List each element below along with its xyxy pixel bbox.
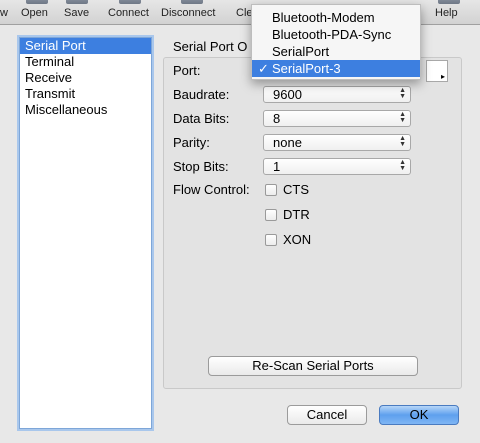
menu-item-label: Bluetooth-Modem <box>272 10 375 25</box>
sidebar-item-serial-port[interactable]: Serial Port <box>20 38 151 54</box>
databits-value: 8 <box>273 111 281 126</box>
rescan-serial-ports-button[interactable]: Re-Scan Serial Ports <box>208 356 418 376</box>
sidebar: Serial Port Terminal Receive Transmit Mi… <box>19 37 152 429</box>
stopbits-select[interactable]: 1 ▲ ▼ <box>263 158 411 175</box>
stopbits-value: 1 <box>273 159 281 174</box>
sidebar-item-receive[interactable]: Receive <box>20 70 151 86</box>
baudrate-value: 9600 <box>273 87 302 102</box>
databits-label: Data Bits: <box>173 111 230 126</box>
baudrate-select[interactable]: 9600 ▲ ▼ <box>263 86 411 103</box>
sidebar-item-miscellaneous[interactable]: Miscellaneous <box>20 102 151 118</box>
cts-label: CTS <box>283 182 309 197</box>
disconnect-icon <box>181 0 203 4</box>
sidebar-item-transmit[interactable]: Transmit <box>20 86 151 102</box>
cts-checkbox[interactable] <box>265 184 277 196</box>
toolbar-label: Disconnect <box>161 7 216 19</box>
group-title: Serial Port O <box>173 39 248 54</box>
serial-port-options-group <box>163 57 462 389</box>
databits-select[interactable]: 8 ▲ ▼ <box>263 110 411 127</box>
xon-checkbox[interactable] <box>265 234 277 246</box>
port-label: Port: <box>173 63 201 78</box>
cancel-button[interactable]: Cancel <box>287 405 367 425</box>
stepper-arrows-icon: ▲ ▼ <box>399 87 406 100</box>
menu-item-label: SerialPort-3 <box>272 61 341 76</box>
port-dropdown-menu: Bluetooth-Modem Bluetooth-PDA-Sync Seria… <box>251 4 421 80</box>
connect-icon <box>119 0 141 4</box>
sidebar-item-terminal[interactable]: Terminal <box>20 54 151 70</box>
menu-item-label: SerialPort <box>272 44 330 59</box>
flow-control-label: Flow Control: <box>173 182 250 197</box>
help-icon <box>438 0 460 4</box>
menu-item-serialport[interactable]: SerialPort <box>252 43 420 60</box>
menu-item-label: Bluetooth-PDA-Sync <box>272 27 392 42</box>
baudrate-label: Baudrate: <box>173 87 230 102</box>
expand-icon: ▸ <box>440 72 445 81</box>
port-options-button[interactable]: ▸ <box>426 60 448 82</box>
xon-label: XON <box>283 232 312 247</box>
menu-item-bluetooth-modem[interactable]: Bluetooth-Modem <box>252 9 420 26</box>
menu-item-bluetooth-pda-sync[interactable]: Bluetooth-PDA-Sync <box>252 26 420 43</box>
open-icon <box>26 0 48 4</box>
parity-label: Parity: <box>173 135 210 150</box>
save-icon <box>66 0 88 4</box>
toolbar-label: Connect <box>108 7 149 19</box>
toolbar-label: Save <box>64 7 90 19</box>
menu-item-serialport-3[interactable]: ✓ SerialPort-3 <box>252 60 420 77</box>
toolbar-label: Open <box>21 7 48 19</box>
checkmark-icon: ✓ <box>258 61 269 76</box>
parity-select[interactable]: none ▲ ▼ <box>263 134 411 151</box>
stepper-arrows-icon: ▲ ▼ <box>399 111 406 124</box>
dtr-label: DTR <box>283 207 310 222</box>
toolbar-label: Help <box>435 7 458 19</box>
dtr-checkbox[interactable] <box>265 209 277 221</box>
parity-value: none <box>273 135 302 150</box>
ok-button[interactable]: OK <box>379 405 459 425</box>
stopbits-label: Stop Bits: <box>173 159 229 174</box>
toolbar-label: w <box>0 7 8 19</box>
stepper-arrows-icon: ▲ ▼ <box>399 159 406 172</box>
stepper-arrows-icon: ▲ ▼ <box>399 135 406 148</box>
